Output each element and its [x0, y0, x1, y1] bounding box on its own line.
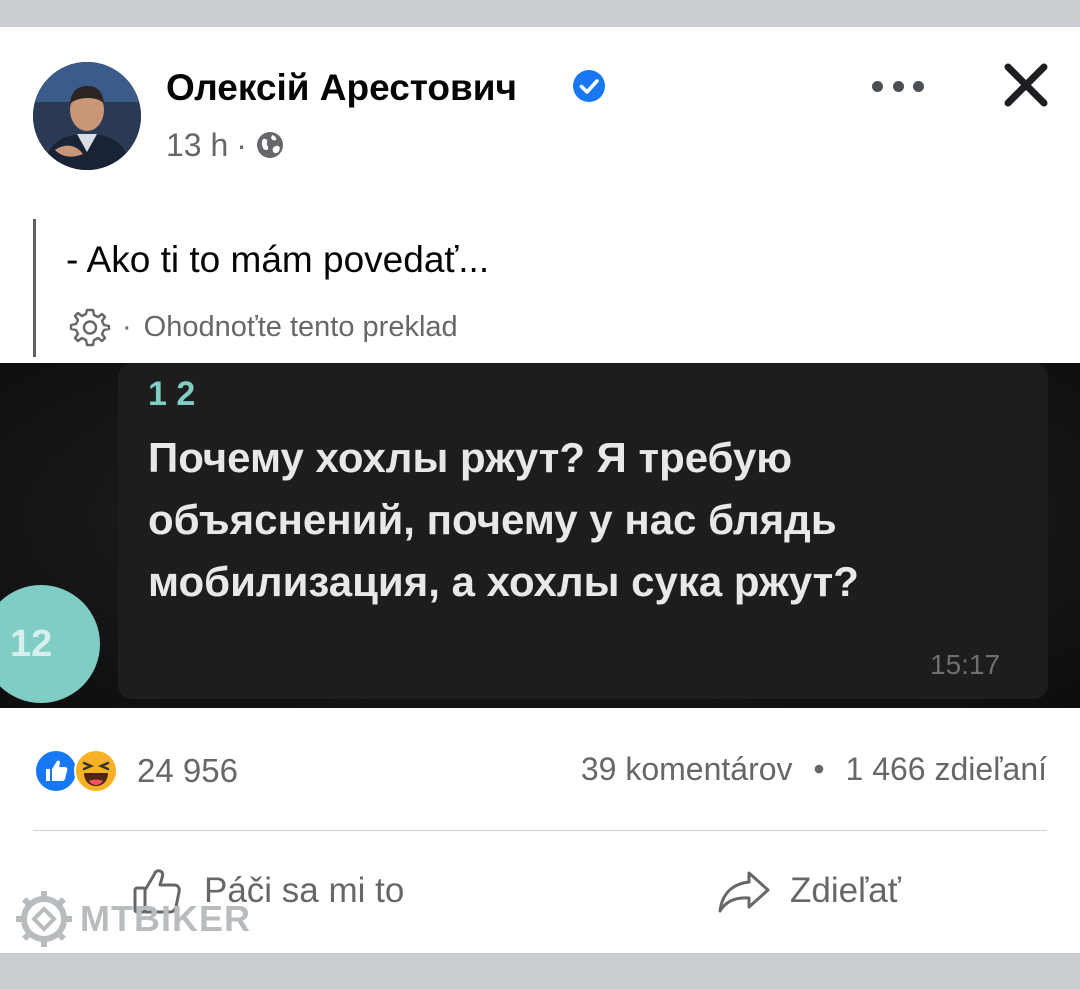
counts-separator: •: [813, 751, 825, 787]
telegram-sender-name: 1 2: [148, 375, 196, 413]
post-image[interactable]: 12 1 2 Почему хохлы ржут? Я требую объяс…: [0, 363, 1080, 708]
translation-quote-bar: [33, 219, 36, 357]
post-text: - Ako ti to mám povedať...: [66, 239, 490, 280]
gear-icon[interactable]: [68, 305, 112, 349]
author-avatar[interactable]: [33, 62, 141, 170]
share-button[interactable]: Zdieľať: [716, 859, 901, 923]
shares-count[interactable]: 1 466 zdieľaní: [846, 751, 1047, 787]
close-icon[interactable]: [998, 57, 1054, 113]
bottom-strip: [0, 953, 1080, 989]
globe-icon: [256, 132, 283, 158]
divider: [33, 830, 1047, 831]
meta-separator: ·: [236, 126, 247, 163]
comments-count[interactable]: 39 komentárov: [581, 751, 793, 787]
watermark-text: MTBIKER: [80, 898, 251, 939]
rate-separator: ·: [122, 310, 132, 343]
engagement-counts: 39 komentárov • 1 466 zdieľaní: [581, 751, 1047, 788]
mtbiker-logo-icon: [16, 891, 72, 947]
rate-translation-link[interactable]: Ohodnoťte tento preklad: [144, 311, 458, 344]
share-arrow-icon: [718, 871, 770, 913]
reactions-summary[interactable]: 24 956: [33, 746, 238, 796]
mtbiker-watermark: MTBIKER: [14, 888, 251, 950]
post-card: Олексій Арестович 13 h · - Ako ti to mám…: [0, 27, 1080, 953]
haha-reaction-icon: [74, 749, 118, 793]
telegram-message-time: 15:17: [930, 649, 1001, 680]
top-strip: [0, 0, 1080, 27]
verified-badge-icon: [573, 70, 605, 102]
more-options-icon[interactable]: [868, 71, 928, 101]
rate-translation-row: · Ohodnoťte tento preklad: [68, 305, 458, 349]
post-timestamp[interactable]: 13 h: [166, 127, 228, 164]
telegram-avatar-label: 12: [10, 623, 53, 665]
author-name[interactable]: Олексій Арестович: [166, 67, 517, 109]
telegram-message-text: Почему хохлы ржут? Я требую объяснений, …: [148, 434, 859, 605]
share-button-label: Zdieľať: [790, 871, 901, 910]
reaction-count: 24 956: [137, 752, 238, 789]
post-meta: 13 h ·: [166, 125, 285, 165]
